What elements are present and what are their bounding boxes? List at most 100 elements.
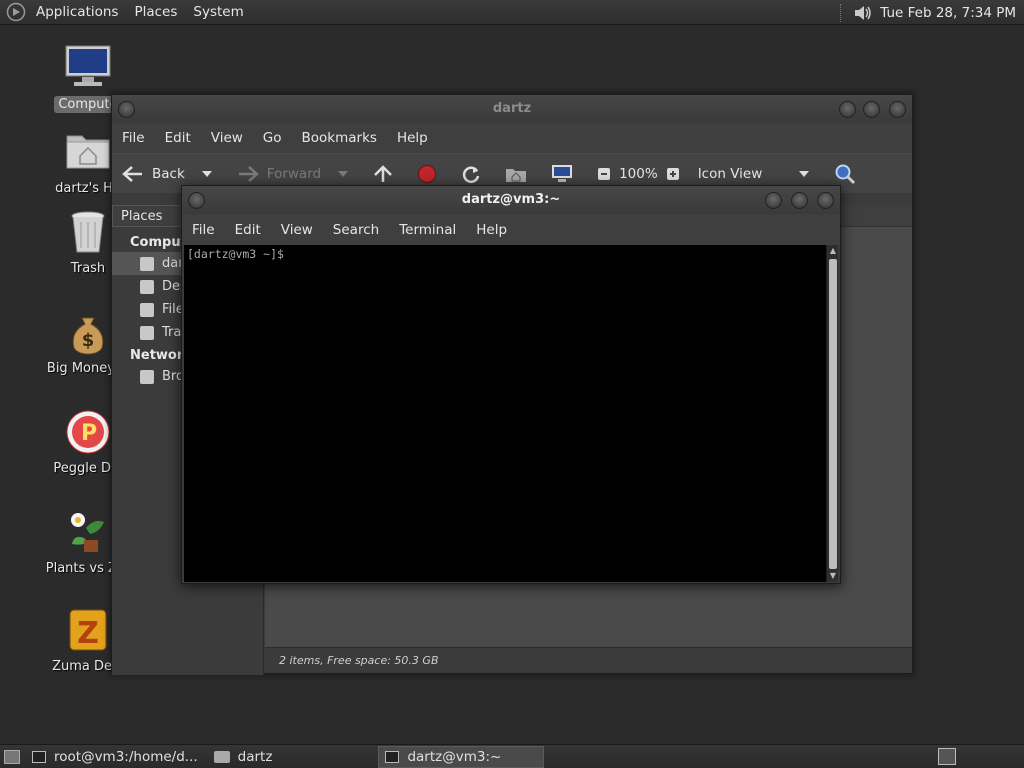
peggle-icon: P xyxy=(64,408,112,456)
terminal-scrollbar[interactable]: ▲ ▼ xyxy=(826,245,838,582)
menu-help[interactable]: Help xyxy=(466,222,517,238)
back-arrow-icon xyxy=(122,165,142,182)
window-menu-button[interactable] xyxy=(118,101,135,118)
volume-icon[interactable] xyxy=(852,3,874,23)
computer-button[interactable] xyxy=(551,164,581,184)
money-bag-icon: $ xyxy=(64,308,112,356)
menu-edit[interactable]: Edit xyxy=(225,222,271,238)
file-manager-title: dartz xyxy=(492,101,532,116)
menu-view[interactable]: View xyxy=(271,222,323,238)
bottom-panel: root@vm3:/home/d... dartz dartz@vm3:~ xyxy=(0,744,1024,768)
computer-small-icon xyxy=(552,164,573,182)
forward-button[interactable]: Forward xyxy=(237,165,357,183)
zuma-icon: Z xyxy=(64,606,112,654)
svg-text:Z: Z xyxy=(77,616,99,651)
terminal-title: dartz@vm3:~ xyxy=(461,192,561,207)
panel-handle xyxy=(840,3,844,22)
places-menu[interactable]: Places xyxy=(126,4,185,20)
maximize-button[interactable] xyxy=(863,101,880,118)
menu-file[interactable]: File xyxy=(182,222,225,238)
reload-button[interactable] xyxy=(461,164,489,184)
sidebar-item-label: Tra xyxy=(162,325,182,340)
back-dropdown-icon[interactable] xyxy=(201,170,213,178)
close-button[interactable] xyxy=(889,101,906,118)
forward-arrow-icon xyxy=(238,165,259,182)
desktop-icon-label: Trash xyxy=(70,261,106,276)
reload-icon xyxy=(462,166,480,183)
minimize-button[interactable] xyxy=(765,192,782,209)
view-mode-label: Icon View xyxy=(697,165,763,182)
folder-icon xyxy=(213,750,230,763)
taskbar-item-label: dartz xyxy=(237,748,273,765)
menu-edit[interactable]: Edit xyxy=(155,130,201,146)
trash-icon xyxy=(140,325,154,340)
menu-view[interactable]: View xyxy=(201,130,253,146)
back-button[interactable]: Back xyxy=(122,165,221,183)
taskbar-item-root-terminal[interactable]: root@vm3:/home/d... xyxy=(26,746,204,768)
taskbar-item-label: root@vm3:/home/d... xyxy=(54,748,198,765)
maximize-button[interactable] xyxy=(791,192,808,209)
distro-logo-icon[interactable] xyxy=(6,2,26,22)
system-menu[interactable]: System xyxy=(185,4,251,20)
menu-file[interactable]: File xyxy=(112,130,155,146)
terminal-output[interactable]: [dartz@vm3 ~]$ xyxy=(184,245,828,582)
home-folder-icon xyxy=(64,128,112,176)
top-panel-tray: Tue Feb 28, 7:34 PM xyxy=(840,0,1020,25)
home-button[interactable] xyxy=(505,165,535,183)
show-desktop-icon[interactable] xyxy=(4,749,20,764)
scroll-down-arrow-icon[interactable]: ▼ xyxy=(829,572,837,580)
up-arrow-icon xyxy=(374,164,392,182)
menu-terminal[interactable]: Terminal xyxy=(389,222,466,238)
search-icon xyxy=(835,164,856,184)
terminal-icon xyxy=(385,750,400,763)
terminal-window[interactable]: dartz@vm3:~ File Edit View Search Termin… xyxy=(181,185,841,584)
trash-icon xyxy=(64,208,112,256)
scrollbar-thumb[interactable] xyxy=(829,259,837,569)
menu-go[interactable]: Go xyxy=(253,130,292,146)
home-folder-icon xyxy=(140,256,154,271)
terminal-icon xyxy=(32,750,46,763)
computer-icon xyxy=(64,44,112,92)
text-cursor xyxy=(283,248,291,261)
network-icon xyxy=(140,369,154,384)
menu-bookmarks[interactable]: Bookmarks xyxy=(292,130,387,146)
scroll-up-arrow-icon[interactable]: ▲ xyxy=(829,247,837,255)
menu-help[interactable]: Help xyxy=(387,130,438,146)
up-button[interactable] xyxy=(373,164,401,183)
status-bar: 2 items, Free space: 50.3 GB xyxy=(265,647,912,673)
svg-text:P: P xyxy=(81,421,97,446)
zoom-in-icon[interactable] xyxy=(666,167,680,181)
zoom-control[interactable]: 100% xyxy=(597,166,688,182)
view-mode-select[interactable]: Icon View xyxy=(698,166,819,182)
shell-prompt: [dartz@vm3 ~]$ xyxy=(187,247,284,261)
zoom-level: 100% xyxy=(619,165,658,182)
applications-menu[interactable]: Applications xyxy=(28,4,126,20)
zoom-out-icon[interactable] xyxy=(597,167,611,181)
stop-icon xyxy=(418,164,437,183)
workspace-switcher[interactable] xyxy=(938,748,956,765)
stop-button[interactable] xyxy=(417,164,445,184)
file-manager-menubar: File Edit View Go Bookmarks Help xyxy=(112,123,912,153)
file-manager-titlebar[interactable]: dartz xyxy=(112,95,912,123)
taskbar-item-label: dartz@vm3:~ xyxy=(407,748,502,765)
home-icon xyxy=(506,168,527,182)
taskbar-item-dartz-terminal[interactable]: dartz@vm3:~ xyxy=(378,745,545,768)
window-menu-button[interactable] xyxy=(188,192,205,209)
forward-label: Forward xyxy=(266,165,322,182)
menu-search[interactable]: Search xyxy=(323,222,389,238)
close-button[interactable] xyxy=(817,192,834,209)
plants-icon xyxy=(64,508,112,556)
terminal-menubar: File Edit View Search Terminal Help xyxy=(182,214,840,245)
minimize-button[interactable] xyxy=(839,101,856,118)
desktop-folder-icon xyxy=(140,279,154,294)
clock[interactable]: Tue Feb 28, 7:34 PM xyxy=(880,5,1016,21)
taskbar-item-file-manager[interactable]: dartz xyxy=(208,746,279,768)
back-label: Back xyxy=(152,165,185,182)
terminal-titlebar[interactable]: dartz@vm3:~ xyxy=(182,186,840,214)
forward-dropdown-icon[interactable] xyxy=(337,170,349,178)
top-panel: Applications Places System Tue Feb 28, 7… xyxy=(0,0,1024,25)
svg-text:$: $ xyxy=(82,330,95,351)
view-mode-dropdown-icon xyxy=(799,170,810,177)
filesystem-icon xyxy=(140,302,154,317)
search-button[interactable] xyxy=(834,163,864,185)
